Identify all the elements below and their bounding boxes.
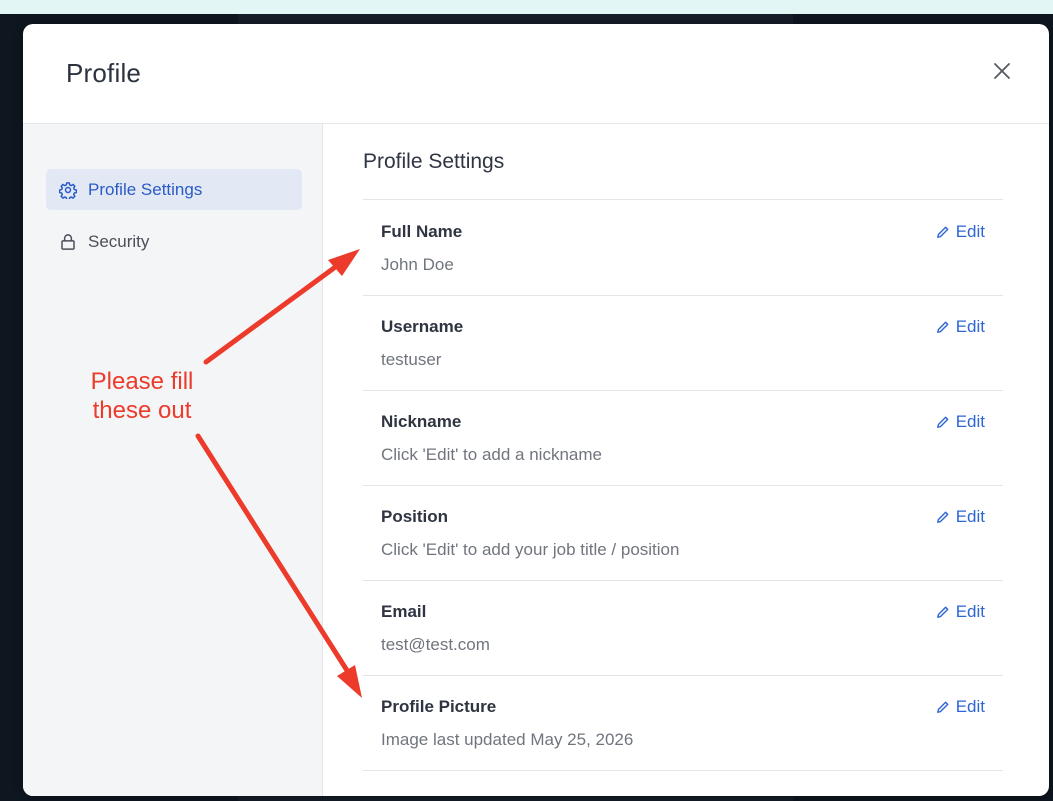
pencil-icon — [936, 225, 950, 239]
pencil-icon — [936, 605, 950, 619]
pencil-icon — [936, 320, 950, 334]
edit-label: Edit — [955, 697, 985, 716]
sidebar-item-profile-settings[interactable]: Profile Settings — [46, 169, 302, 210]
field-label: Username — [381, 317, 464, 336]
field-value: Click 'Edit' to add a nickname — [381, 445, 602, 464]
field-label: Position — [381, 507, 449, 526]
field-position: Position Click 'Edit' to add your job ti… — [363, 485, 1003, 580]
page-top-strip — [0, 0, 1053, 14]
field-label: Profile Picture — [381, 697, 497, 716]
edit-full-name-button[interactable]: Edit — [936, 222, 985, 242]
sidebar-item-security[interactable]: Security — [46, 221, 302, 262]
field-value: John Doe — [381, 255, 454, 274]
profile-modal: Profile Profile Settings Security Profil… — [23, 24, 1049, 796]
field-label: Nickname — [381, 412, 462, 431]
modal-title: Profile — [66, 58, 142, 88]
field-label: Email — [381, 602, 427, 621]
sidebar-item-label: Security — [88, 231, 150, 251]
field-label: Full Name — [381, 222, 463, 241]
edit-label: Edit — [955, 412, 985, 431]
close-icon — [994, 63, 1010, 79]
edit-label: Edit — [955, 317, 985, 336]
lock-icon — [59, 233, 77, 251]
divider — [363, 770, 1003, 771]
modal-header: Profile — [23, 24, 1049, 124]
settings-content: Profile Settings Full Name John Doe Edit… — [323, 124, 1049, 796]
field-full-name: Full Name John Doe Edit — [363, 200, 1003, 295]
field-email: Email test@test.com Edit — [363, 580, 1003, 675]
field-value: Image last updated May 25, 2026 — [381, 730, 634, 749]
edit-label: Edit — [955, 602, 985, 621]
pencil-icon — [936, 415, 950, 429]
sidebar: Profile Settings Security — [23, 124, 323, 796]
gear-icon — [59, 181, 77, 199]
field-value: test@test.com — [381, 635, 490, 654]
close-button[interactable] — [991, 60, 1013, 82]
sidebar-item-label: Profile Settings — [88, 179, 203, 199]
edit-nickname-button[interactable]: Edit — [936, 412, 985, 432]
edit-email-button[interactable]: Edit — [936, 602, 985, 622]
edit-position-button[interactable]: Edit — [936, 507, 985, 527]
edit-label: Edit — [955, 222, 985, 241]
field-profile-picture: Profile Picture Image last updated May 2… — [363, 675, 1003, 770]
field-username: Username testuser Edit — [363, 295, 1003, 390]
field-nickname: Nickname Click 'Edit' to add a nickname … — [363, 390, 1003, 485]
pencil-icon — [936, 510, 950, 524]
edit-profile-picture-button[interactable]: Edit — [936, 697, 985, 717]
field-value: Click 'Edit' to add your job title / pos… — [381, 540, 680, 559]
section-title: Profile Settings — [363, 150, 505, 173]
edit-username-button[interactable]: Edit — [936, 317, 985, 337]
field-value: testuser — [381, 350, 442, 369]
edit-label: Edit — [955, 507, 985, 526]
pencil-icon — [936, 700, 950, 714]
